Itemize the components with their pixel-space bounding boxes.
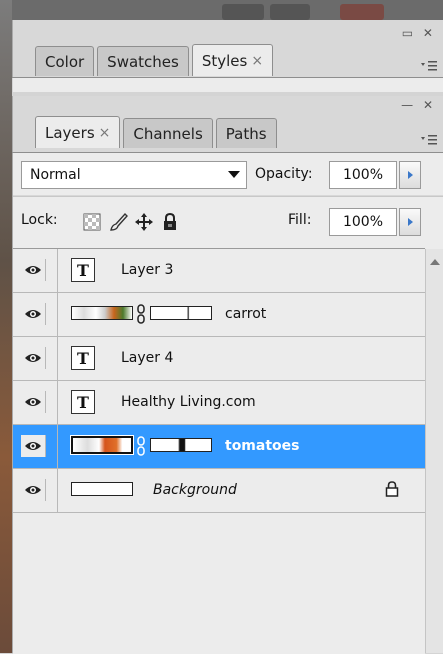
text-layer-icon: T (71, 390, 95, 414)
tab-label: Layers (45, 123, 95, 142)
blend-mode-select[interactable]: Normal (21, 161, 247, 189)
tab-bar: Color Swatches Styles × (35, 44, 276, 76)
layer-name[interactable]: Background (153, 482, 237, 498)
divider (57, 425, 58, 469)
bg-button (340, 4, 384, 20)
lock-all-icon[interactable] (159, 211, 181, 233)
lock-icon (385, 481, 399, 501)
tab-bar: Layers × Channels Paths (35, 116, 280, 148)
eye-icon[interactable] (21, 435, 46, 457)
layer-row-healthy-living[interactable]: T Healthy Living.com (13, 381, 425, 425)
opacity-label: Opacity: (255, 166, 313, 182)
tab-label: Paths (225, 124, 267, 143)
blend-mode-value: Normal (30, 167, 81, 183)
lock-label: Lock: (21, 212, 58, 228)
chevron-down-icon (228, 171, 240, 178)
layer-thumbnail (71, 482, 133, 496)
close-icon[interactable]: × (99, 125, 111, 141)
tab-label: Swatches (107, 52, 179, 71)
fill-input[interactable]: 100% (329, 208, 397, 236)
styles-panel-group: ▭ ✕ Color Swatches Styles × (12, 20, 443, 78)
link-chain-icon[interactable] (136, 435, 146, 457)
layer-thumbnail (70, 435, 134, 455)
layers-list: T Layer 3 carrot T Layer 4 T Healthy Liv… (13, 248, 425, 654)
lock-image-pixels-brush-icon[interactable] (107, 211, 129, 233)
text-layer-icon: T (71, 258, 95, 282)
layer-mask-thumbnail (150, 438, 212, 452)
layer-thumbnail (71, 306, 133, 320)
layer-name[interactable]: carrot (225, 306, 266, 322)
layer-row-tomatoes[interactable]: tomatoes (13, 425, 425, 469)
layer-row-layer-3[interactable]: T Layer 3 (13, 249, 425, 293)
layer-name[interactable]: Layer 4 (121, 350, 173, 366)
panel-window-controls[interactable]: ▭ ✕ (402, 26, 436, 40)
layer-row-layer-4[interactable]: T Layer 4 (13, 337, 425, 381)
tab-label: Channels (133, 124, 203, 143)
divider (57, 337, 58, 381)
layer-name[interactable]: Healthy Living.com (121, 394, 256, 410)
fill-slider-button[interactable] (399, 208, 421, 236)
layers-scrollbar[interactable] (425, 249, 443, 653)
opacity-slider-button[interactable] (399, 161, 421, 189)
layer-mask-thumbnail (150, 306, 212, 320)
panel-menu-icon[interactable] (420, 60, 438, 72)
tab-label: Styles (201, 51, 248, 70)
divider (57, 293, 58, 337)
panel-menu-icon[interactable] (420, 134, 438, 146)
divider (57, 469, 58, 513)
divider (57, 249, 58, 293)
tab-swatches[interactable]: Swatches (97, 46, 189, 76)
tab-label: Color (45, 52, 85, 71)
tab-color[interactable]: Color (35, 46, 95, 76)
scroll-up-arrow-icon[interactable] (430, 259, 440, 265)
panel-window-controls[interactable]: — ✕ (401, 98, 436, 112)
text-layer-icon: T (71, 346, 95, 370)
lock-options-row: Lock: Fill: 100% (13, 196, 443, 249)
opacity-input[interactable]: 100% (329, 161, 397, 189)
eye-icon[interactable] (21, 259, 46, 281)
layer-row-background[interactable]: Background (13, 469, 425, 513)
tab-layers[interactable]: Layers × (35, 116, 121, 148)
tab-paths[interactable]: Paths (215, 118, 277, 148)
layer-name[interactable]: tomatoes (225, 438, 299, 454)
eye-icon[interactable] (21, 347, 46, 369)
divider (57, 381, 58, 425)
lock-transparent-pixels-icon[interactable] (81, 211, 103, 233)
styles-panel-body (13, 78, 443, 92)
eye-icon[interactable] (21, 479, 46, 501)
layer-row-carrot[interactable]: carrot (13, 293, 425, 337)
close-icon[interactable]: × (251, 53, 263, 69)
lock-position-move-icon[interactable] (133, 211, 155, 233)
blend-options-row: Normal Opacity: 100% (13, 153, 443, 195)
bg-button (270, 4, 310, 20)
background-image-strip (0, 0, 12, 653)
bg-button (222, 4, 264, 20)
fill-label: Fill: (288, 212, 312, 228)
link-chain-icon[interactable] (136, 303, 146, 325)
eye-icon[interactable] (21, 303, 46, 325)
tab-styles[interactable]: Styles × (191, 44, 274, 76)
background-window-strip (0, 0, 443, 20)
tab-channels[interactable]: Channels (123, 118, 213, 148)
eye-icon[interactable] (21, 391, 46, 413)
layer-name[interactable]: Layer 3 (121, 262, 173, 278)
